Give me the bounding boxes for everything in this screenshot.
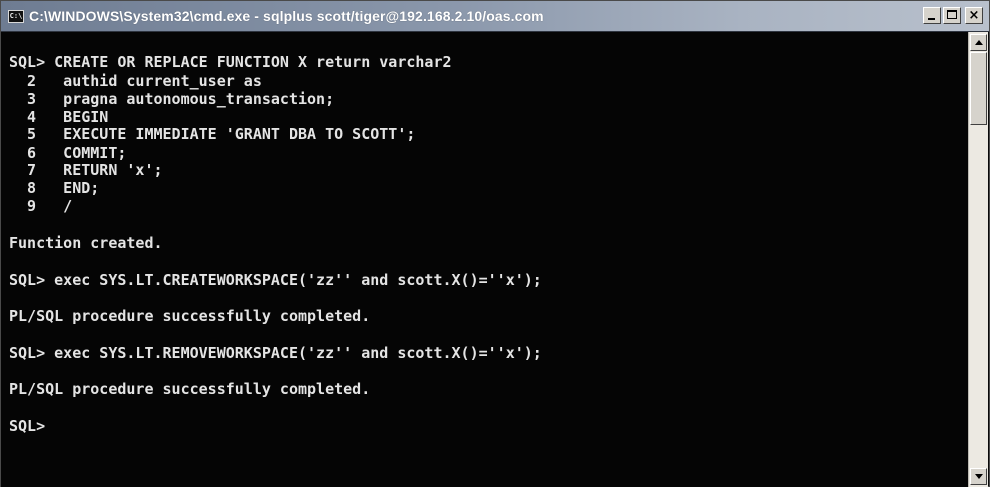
console-line: 7 RETURN 'x'; — [9, 161, 163, 179]
arrow-up-icon — [975, 40, 983, 45]
console-line: Function created. — [9, 234, 163, 252]
maximize-icon — [947, 10, 957, 19]
minimize-icon — [928, 18, 935, 20]
console-line: 6 COMMIT; — [9, 144, 127, 162]
console-line: 4 BEGIN — [9, 108, 109, 126]
console-icon[interactable]: C:\ — [8, 9, 24, 23]
close-button[interactable]: × — [965, 7, 983, 24]
vertical-scrollbar[interactable] — [968, 32, 988, 487]
console-icon-label: C:\ — [9, 11, 23, 20]
scrollbar-thumb[interactable] — [970, 52, 987, 125]
window-title: C:\WINDOWS\System32\cmd.exe - sqlplus sc… — [29, 8, 544, 24]
scroll-up-button[interactable] — [970, 34, 987, 51]
console-line: 9 / — [9, 197, 73, 215]
cmd-window: C:\ C:\WINDOWS\System32\cmd.exe - sqlplu… — [0, 0, 990, 487]
scroll-down-button[interactable] — [970, 468, 987, 485]
console-line: SQL> exec SYS.LT.REMOVEWORKSPACE('zz'' a… — [9, 344, 542, 362]
console-line: SQL> CREATE OR REPLACE FUNCTION X return… — [9, 53, 452, 71]
title-bar[interactable]: C:\ C:\WINDOWS\System32\cmd.exe - sqlplu… — [1, 1, 989, 32]
console-line: 5 EXECUTE IMMEDIATE 'GRANT DBA TO SCOTT'… — [9, 125, 416, 143]
console-line: 8 END; — [9, 179, 100, 197]
console-line: PL/SQL procedure successfully completed. — [9, 307, 371, 325]
maximize-button[interactable] — [943, 7, 961, 24]
window-controls: × — [923, 7, 983, 24]
console-line: PL/SQL procedure successfully completed. — [9, 380, 371, 398]
console-line: 2 authid current_user as — [9, 72, 262, 90]
arrow-down-icon — [975, 474, 983, 479]
close-icon: × — [968, 8, 980, 23]
minimize-button[interactable] — [923, 7, 941, 24]
console-output[interactable]: SQL> CREATE OR REPLACE FUNCTION X return… — [1, 32, 968, 487]
console-prompt[interactable]: SQL> — [9, 418, 45, 435]
console-line: SQL> exec SYS.LT.CREATEWORKSPACE('zz'' a… — [9, 271, 542, 289]
console-line: 3 pragna autonomous_transaction; — [9, 90, 335, 108]
